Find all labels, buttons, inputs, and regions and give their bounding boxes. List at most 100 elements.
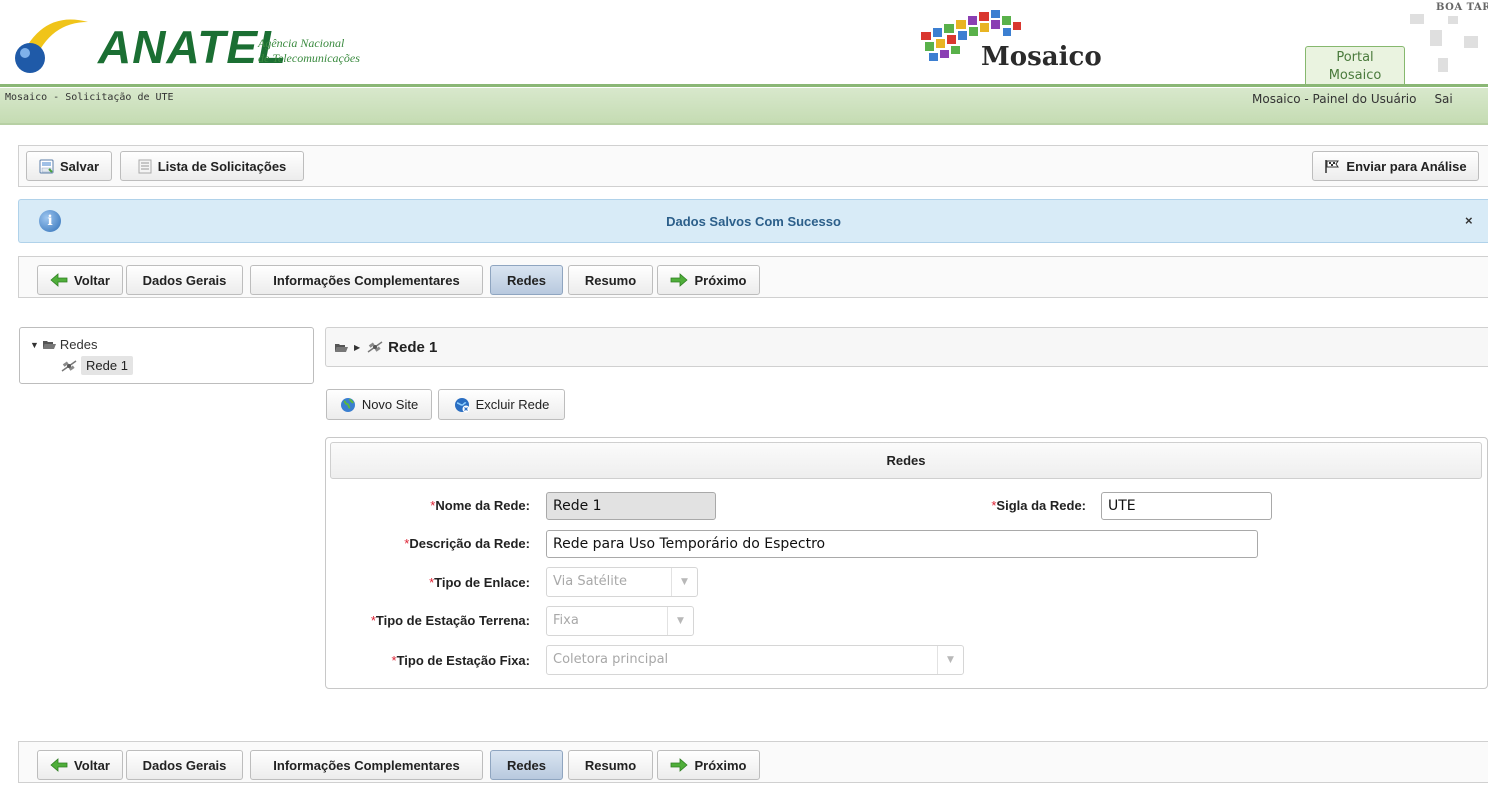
tab-networks[interactable]: Redes <box>490 750 563 780</box>
arrow-left-icon <box>50 758 68 772</box>
greeting-text: BOA TARD <box>1436 2 1488 13</box>
list-icon <box>138 159 152 174</box>
tab-complementary-info-label: Informações Complementares <box>273 757 460 773</box>
satellite-icon <box>366 340 384 354</box>
user-panel-link[interactable]: Mosaico - Painel do Usuário <box>1252 92 1416 106</box>
next-button[interactable]: Próximo <box>657 750 760 780</box>
send-for-analysis-button[interactable]: Enviar para Análise <box>1312 151 1479 181</box>
back-button-label: Voltar <box>74 757 110 773</box>
folder-open-icon[interactable] <box>334 342 348 353</box>
save-button-label: Salvar <box>59 158 100 174</box>
anatel-swoosh-icon <box>15 19 88 73</box>
tab-summary[interactable]: Resumo <box>568 265 653 295</box>
sub-navigation-bar: Mosaico - Solicitação de UTE Mosaico - P… <box>0 88 1488 125</box>
tab-complementary-info[interactable]: Informações Complementares <box>250 265 483 295</box>
next-button-label: Próximo <box>694 757 747 773</box>
tab-complementary-info[interactable]: Informações Complementares <box>250 750 483 780</box>
dropdown-arrow-icon[interactable]: ▼ <box>667 607 693 635</box>
arrow-right-icon <box>670 273 689 287</box>
fixed-station-type-label-text: Tipo de Estação Fixa: <box>396 653 530 668</box>
new-site-button[interactable]: Novo Site <box>326 389 432 420</box>
arrow-left-icon <box>50 273 68 287</box>
expand-arrow-icon[interactable]: ▼ <box>30 340 39 350</box>
tab-networks[interactable]: Redes <box>490 265 563 295</box>
link-type-select[interactable]: Via Satélite ▼ <box>546 567 698 597</box>
tab-general-data[interactable]: Dados Gerais <box>126 265 243 295</box>
portal-mosaico-tab[interactable]: Portal Mosaico <box>1305 46 1405 86</box>
tab-general-data-label: Dados Gerais <box>142 757 227 773</box>
network-acronym-label-text: Sigla da Rede: <box>996 498 1086 513</box>
form-panel-title: Redes <box>330 442 1482 479</box>
fixed-station-type-label: *Tipo de Estação Fixa: <box>326 653 530 668</box>
network-acronym-label: *Sigla da Rede: <box>886 498 1086 513</box>
network-name-label: *Nome da Rede: <box>326 498 530 513</box>
breadcrumb: ▶ Rede 1 <box>325 327 1488 367</box>
mosaico-wordmark: Mosaico <box>981 42 1102 72</box>
anatel-logo[interactable]: ANATEL Agência Nacional de Telecomunicaç… <box>10 14 410 80</box>
new-site-label: Novo Site <box>361 397 419 412</box>
satellite-icon <box>60 359 78 373</box>
tab-summary-label: Resumo <box>584 272 637 288</box>
link-type-label: *Tipo de Enlace: <box>326 575 530 590</box>
tree-root-label: Redes <box>59 337 98 352</box>
success-message-text: Dados Salvos Com Sucesso <box>666 214 841 229</box>
send-for-analysis-label: Enviar para Análise <box>1346 158 1467 174</box>
folder-open-icon <box>42 339 56 350</box>
earth-station-type-value: Fixa <box>553 613 579 628</box>
step-navigation-bottom: Voltar Dados Gerais Informações Compleme… <box>18 741 1488 783</box>
world-map-decoration <box>1410 14 1478 72</box>
link-type-value: Via Satélite <box>553 574 627 589</box>
network-name-label-text: Nome da Rede: <box>435 498 530 513</box>
request-list-label: Lista de Solicitações <box>157 158 287 174</box>
app-header: ANATEL Agência Nacional de Telecomunicaç… <box>0 0 1488 86</box>
fixed-station-type-value: Coletora principal <box>553 652 669 667</box>
portal-tab-line2: Mosaico <box>1328 68 1382 83</box>
save-icon <box>39 159 54 174</box>
next-button[interactable]: Próximo <box>657 265 760 295</box>
fixed-station-type-select[interactable]: Coletora principal ▼ <box>546 645 964 675</box>
back-button-label: Voltar <box>74 272 110 288</box>
breadcrumb-current: Rede 1 <box>388 338 438 356</box>
main-toolbar: Salvar Lista de Solicitações Enviar para… <box>18 145 1488 187</box>
next-button-label: Próximo <box>694 272 747 288</box>
back-button[interactable]: Voltar <box>37 750 123 780</box>
tab-general-data-label: Dados Gerais <box>142 272 227 288</box>
link-type-label-text: Tipo de Enlace: <box>434 575 530 590</box>
anatel-subtitle-line2: de Telecomunicações <box>258 51 360 65</box>
breadcrumb-separator-icon: ▶ <box>354 342 361 352</box>
globe-icon <box>340 397 356 413</box>
delete-network-button[interactable]: Excluir Rede <box>438 389 565 420</box>
delete-network-label: Excluir Rede <box>475 397 550 412</box>
close-icon[interactable]: × <box>1465 213 1473 228</box>
network-tree: ▼ Redes Rede 1 <box>19 327 314 384</box>
network-description-label-text: Descrição da Rede: <box>409 536 530 551</box>
page-title: Mosaico - Solicitação de UTE <box>5 92 174 103</box>
network-acronym-field[interactable]: UTE <box>1101 492 1272 520</box>
dropdown-arrow-icon[interactable]: ▼ <box>937 646 963 674</box>
logout-link[interactable]: Sai <box>1434 92 1452 106</box>
tab-general-data[interactable]: Dados Gerais <box>126 750 243 780</box>
save-button[interactable]: Salvar <box>26 151 112 181</box>
tab-networks-label: Redes <box>506 272 547 288</box>
header-divider <box>0 84 1488 87</box>
tab-summary[interactable]: Resumo <box>568 750 653 780</box>
network-description-field[interactable]: Rede para Uso Temporário do Espectro <box>546 530 1258 558</box>
tab-complementary-info-label: Informações Complementares <box>273 272 460 288</box>
globe-delete-icon <box>454 397 470 413</box>
network-name-field[interactable]: Rede 1 <box>546 492 716 520</box>
success-message-bar: i Dados Salvos Com Sucesso × <box>18 199 1488 243</box>
network-form-panel: Redes *Nome da Rede: Rede 1 *Sigla da Re… <box>325 437 1488 689</box>
tree-root-node[interactable]: ▼ Redes <box>30 337 98 352</box>
earth-station-type-select[interactable]: Fixa ▼ <box>546 606 694 636</box>
back-button[interactable]: Voltar <box>37 265 123 295</box>
portal-tab-line1: Portal <box>1336 50 1374 65</box>
user-links: Mosaico - Painel do Usuário Sai <box>1252 92 1471 106</box>
tree-node-rede-1[interactable]: Rede 1 <box>60 356 133 375</box>
mosaico-logo[interactable]: Mosaico <box>915 6 1135 78</box>
request-list-button[interactable]: Lista de Solicitações <box>120 151 304 181</box>
arrow-right-icon <box>670 758 689 772</box>
step-navigation-top: Voltar Dados Gerais Informações Compleme… <box>18 256 1488 298</box>
dropdown-arrow-icon[interactable]: ▼ <box>671 568 697 596</box>
tree-child-label: Rede 1 <box>81 356 133 375</box>
earth-station-type-label-text: Tipo de Estação Terrena: <box>375 613 530 628</box>
